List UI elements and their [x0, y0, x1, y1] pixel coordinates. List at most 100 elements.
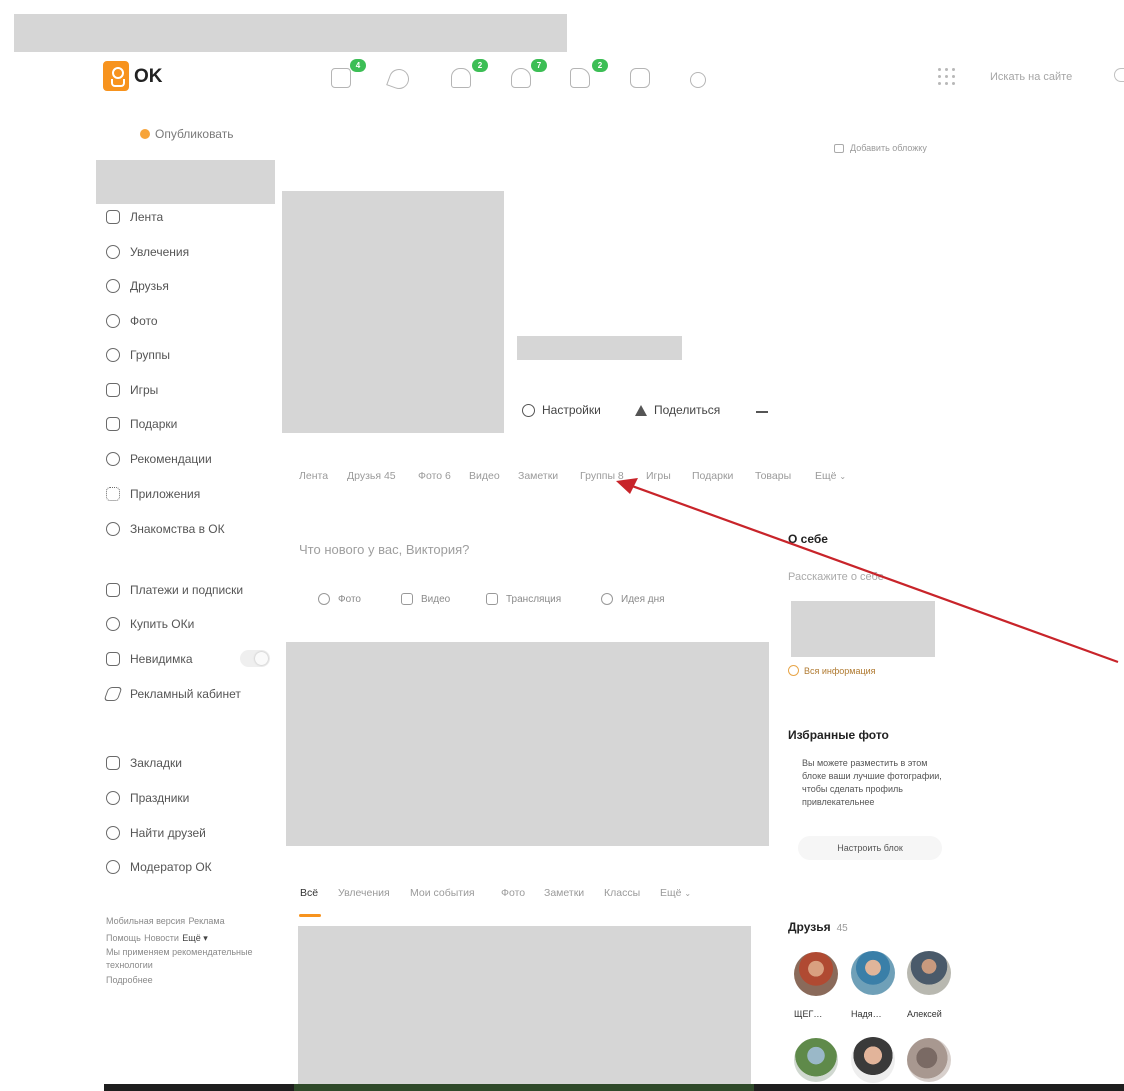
post-photo-button[interactable]: Фото: [318, 588, 361, 610]
friend-avatar[interactable]: [851, 951, 895, 995]
publish-button[interactable]: Опубликовать: [140, 127, 233, 141]
feed-tab-all[interactable]: Всё: [300, 887, 318, 899]
tab-groups[interactable]: Группы 8: [580, 470, 624, 482]
friend-name[interactable]: Надя…: [851, 1009, 882, 1019]
friend-name[interactable]: ЩЕГ…: [794, 1009, 822, 1019]
feed-tab-hobbies[interactable]: Увлечения: [338, 887, 390, 899]
sidebar-item-groups[interactable]: Группы: [106, 346, 170, 364]
add-cover-label: Добавить обложку: [850, 143, 927, 153]
feed-tab-events[interactable]: Мои события: [410, 887, 475, 899]
sidebar-item-photos[interactable]: Фото: [106, 312, 158, 330]
about-input[interactable]: Расскажите о себе: [788, 571, 884, 583]
friend-avatar[interactable]: [907, 951, 951, 995]
share-icon: [635, 404, 647, 416]
footer-help-link[interactable]: Помощь: [106, 933, 141, 943]
sidebar-item-hobbies[interactable]: Увлечения: [106, 243, 189, 261]
discussions-icon[interactable]: [386, 66, 412, 92]
friend-avatar[interactable]: [907, 1038, 951, 1082]
coin-icon: [106, 617, 120, 631]
stream-icon: [486, 593, 498, 605]
tab-more-label: Ещё: [815, 470, 837, 482]
add-cover-button[interactable]: Добавить обложку: [834, 143, 927, 153]
setup-block-button[interactable]: Настроить блок: [798, 836, 942, 860]
settings-button[interactable]: Настройки: [522, 403, 601, 417]
sidebar-item-feed[interactable]: Лента: [106, 208, 163, 226]
feed-tab-photos[interactable]: Фото: [501, 887, 525, 899]
friend-name[interactable]: Алексей: [907, 1009, 942, 1019]
all-info-label: Вся информация: [804, 665, 876, 676]
post-video-button[interactable]: Видео: [401, 588, 450, 610]
friend-avatar[interactable]: [794, 1038, 838, 1082]
search-icon[interactable]: [1114, 68, 1124, 82]
sidebar-item-ads-cabinet[interactable]: Рекламный кабинет: [103, 685, 241, 703]
chevron-down-icon: ⌄: [684, 889, 692, 898]
video-icon[interactable]: [630, 68, 650, 88]
chevron-down-icon: ⌄: [839, 472, 847, 481]
feed-tab-notes[interactable]: Заметки: [544, 887, 584, 899]
guests-icon[interactable]: [511, 68, 531, 88]
sidebar-item-label: Увлечения: [130, 245, 190, 259]
invisible-toggle[interactable]: [240, 650, 270, 667]
tab-friends[interactable]: Друзья 45: [347, 470, 396, 482]
friend-avatar[interactable]: [851, 1037, 895, 1083]
tab-more[interactable]: Ещё ⌄: [815, 470, 846, 482]
sidebar-item-invisible[interactable]: Невидимка: [106, 650, 193, 668]
sidebar-item-bookmarks[interactable]: Закладки: [106, 754, 182, 772]
tab-gifts[interactable]: Подарки: [692, 470, 733, 482]
music-icon[interactable]: [690, 72, 706, 88]
tab-feed[interactable]: Лента: [299, 470, 328, 482]
apps-grid-icon[interactable]: [936, 66, 956, 86]
sidebar-item-gifts[interactable]: Подарки: [106, 415, 177, 433]
all-info-link[interactable]: Вся информация: [788, 665, 876, 676]
hobby-icon: [106, 245, 120, 259]
tab-video[interactable]: Видео: [469, 470, 500, 482]
sidebar-item-moderator[interactable]: Модератор ОК: [106, 858, 212, 876]
sidebar-item-recommendations[interactable]: Рекомендации: [106, 450, 212, 468]
post-stream-button[interactable]: Трансляция: [486, 588, 561, 610]
avatar-placeholder[interactable]: [282, 191, 504, 433]
footer-mobile-link[interactable]: Мобильная версия: [106, 916, 185, 926]
sidebar-item-label: Модератор ОК: [130, 860, 212, 874]
messages-icon[interactable]: [331, 68, 351, 88]
sidebar-item-payments[interactable]: Платежи и подписки: [106, 581, 243, 599]
search-input[interactable]: Искать на сайте: [990, 71, 1072, 83]
friend-avatar[interactable]: [794, 952, 838, 996]
share-button[interactable]: Поделиться: [635, 403, 720, 417]
settings-label: Настройки: [542, 403, 601, 417]
feed-tab-classes[interactable]: Классы: [604, 887, 640, 899]
redacted-user-name: [96, 160, 275, 204]
notifications-icon[interactable]: [451, 68, 471, 88]
footer-news-link[interactable]: Новости: [144, 933, 179, 943]
plus-circle-icon: [140, 129, 150, 139]
tab-notes[interactable]: Заметки: [518, 470, 558, 482]
feed-tab-more[interactable]: Ещё ⌄: [660, 887, 691, 899]
ok-logo-icon[interactable]: [103, 61, 129, 91]
holiday-icon: [106, 791, 120, 805]
footer-details-link[interactable]: Подробнее: [106, 972, 266, 988]
post-input[interactable]: Что нового у вас, Виктория?: [299, 542, 469, 557]
tab-games[interactable]: Игры: [646, 470, 671, 482]
tab-photos[interactable]: Фото 6: [418, 470, 451, 482]
logo-text[interactable]: OK: [134, 66, 163, 88]
sidebar-footer: Мобильная версия Реклама Помощь Новости …: [106, 912, 266, 988]
more-actions-button[interactable]: [756, 411, 768, 413]
friends-icon: [106, 279, 120, 293]
tab-goods[interactable]: Товары: [755, 470, 791, 482]
gift-icon: [106, 417, 120, 431]
taskbar-segment: [294, 1084, 754, 1091]
image-icon: [834, 143, 844, 153]
footer-more-link[interactable]: Ещё ▾: [182, 933, 207, 943]
footer-ads-link[interactable]: Реклама: [189, 916, 225, 926]
friends-title[interactable]: Друзья 45: [788, 920, 848, 934]
post-idea-button[interactable]: Идея дня: [601, 588, 665, 610]
active-tab-indicator: [299, 914, 321, 917]
sidebar-item-friends[interactable]: Друзья: [106, 277, 169, 295]
sidebar-item-holidays[interactable]: Праздники: [106, 789, 189, 807]
sidebar-item-label: Друзья: [130, 279, 169, 293]
sidebar-item-games[interactable]: Игры: [106, 381, 158, 399]
sidebar-item-dating[interactable]: Знакомства в ОК: [106, 520, 225, 538]
sidebar-item-buy-oki[interactable]: Купить ОКи: [106, 615, 194, 633]
likes-icon[interactable]: [570, 68, 590, 88]
sidebar-item-apps[interactable]: Приложения: [106, 485, 200, 503]
sidebar-item-find-friends[interactable]: Найти друзей: [106, 824, 206, 842]
